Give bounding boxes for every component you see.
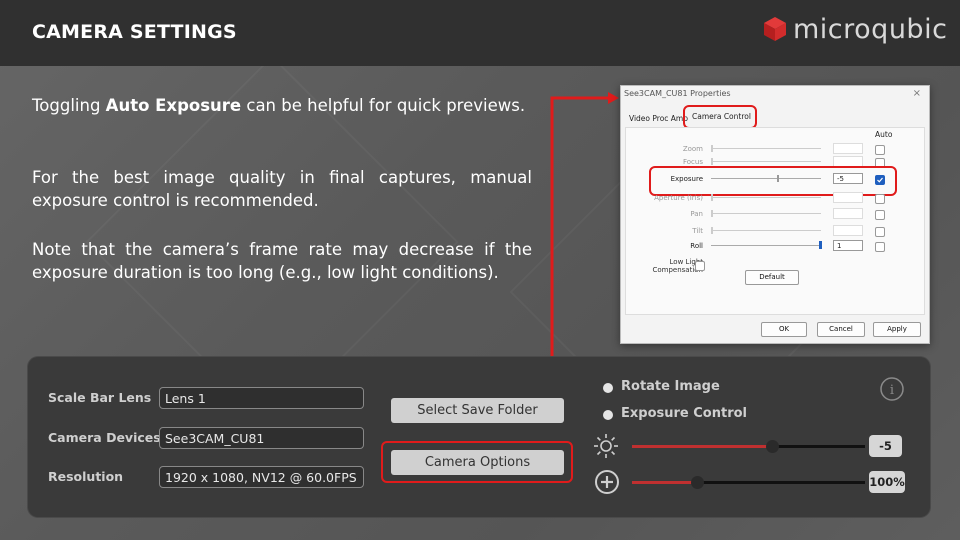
cancel-button[interactable]: Cancel <box>817 322 865 337</box>
dropdown-value: See3CAM_CU81 <box>165 431 265 446</box>
resolution-label: Resolution <box>48 469 124 484</box>
pan-value[interactable] <box>833 208 863 219</box>
dialog-title: See3CAM_CU81 Properties <box>624 89 731 98</box>
zoom-value[interactable] <box>833 143 863 154</box>
focus-slider[interactable] <box>711 161 821 162</box>
focus-label: Focus <box>683 158 703 166</box>
control-panel: Scale Bar Lens Lens 1 Camera Devices See… <box>28 357 930 517</box>
highlight-box <box>683 105 757 129</box>
close-icon[interactable]: × <box>913 88 921 99</box>
exposure-control-label: Exposure Control <box>621 406 747 421</box>
exposure-slider-fill <box>632 445 772 448</box>
zoom-auto-checkbox[interactable] <box>875 145 885 155</box>
camera-control-panel <box>625 127 925 315</box>
tilt-value[interactable] <box>833 225 863 236</box>
low-light-checkbox[interactable] <box>695 261 705 271</box>
default-button[interactable]: Default <box>745 270 799 285</box>
aperture-slider[interactable] <box>711 197 821 198</box>
paragraph-text: can be helpful for quick previews. <box>241 96 526 115</box>
roll-slider-thumb[interactable] <box>819 241 822 249</box>
paragraph-3: Note that the camera’s frame rate may de… <box>32 240 532 282</box>
properties-dialog: See3CAM_CU81 Properties × Video Proc Amp… <box>620 85 930 344</box>
paragraph-1: Toggling Auto Exposure can be helpful fo… <box>32 94 532 117</box>
tilt-auto-checkbox[interactable] <box>875 227 885 237</box>
roll-auto-checkbox[interactable] <box>875 242 885 252</box>
header-bar: CAMERA SETTINGS microqubic <box>0 0 960 66</box>
tilt-slider[interactable] <box>711 230 821 231</box>
camera-devices-label: Camera Devices <box>48 430 161 445</box>
aperture-auto-checkbox[interactable] <box>875 194 885 204</box>
zoom-label: Zoom <box>682 145 703 153</box>
tilt-label: Tilt <box>692 227 703 235</box>
dropdown-value: 1920 x 1080, NV12 @ 60.0FPS <box>165 470 357 485</box>
zoom-value-badge: 100% <box>869 471 905 493</box>
svg-text:i: i <box>890 383 894 398</box>
zoom-slider[interactable] <box>711 148 821 149</box>
exposure-slider-knob[interactable] <box>766 440 779 453</box>
zoom-slider-fill <box>632 481 696 484</box>
apply-button[interactable]: Apply <box>873 322 921 337</box>
scale-bar-lens-dropdown[interactable]: Lens 1 <box>159 387 364 409</box>
camera-devices-dropdown[interactable]: See3CAM_CU81 <box>159 427 364 449</box>
pan-slider[interactable] <box>711 213 821 214</box>
low-light-label: Low Light Compensation <box>652 258 703 274</box>
pan-label: Pan <box>690 210 703 218</box>
roll-value[interactable]: 1 <box>833 240 863 251</box>
logo-text: microqubic <box>793 13 948 45</box>
highlight-box <box>381 441 573 483</box>
exposure-control-radio[interactable] <box>603 410 613 420</box>
exposure-value-badge: -5 <box>869 435 902 457</box>
dropdown-value: Lens 1 <box>165 391 206 406</box>
roll-label: Roll <box>690 242 703 250</box>
aperture-value[interactable] <box>833 192 863 203</box>
auto-header: Auto <box>875 130 893 139</box>
paragraph-text: Toggling <box>32 96 106 115</box>
select-save-folder-button[interactable]: Select Save Folder <box>391 398 564 423</box>
info-icon[interactable]: i <box>879 376 905 402</box>
paragraph-2: For the best image quality in final capt… <box>32 168 532 210</box>
tab-video-proc-amp[interactable]: Video Proc Amp <box>629 114 688 123</box>
pan-auto-checkbox[interactable] <box>875 210 885 220</box>
page-title: CAMERA SETTINGS <box>32 21 237 43</box>
resolution-dropdown[interactable]: 1920 x 1080, NV12 @ 60.0FPS <box>159 466 364 488</box>
aperture-label: Aperture (Iris) <box>654 194 703 202</box>
brand-logo: microqubic <box>763 13 948 45</box>
zoom-in-icon <box>595 470 619 494</box>
rotate-image-label: Rotate Image <box>621 379 720 394</box>
scale-bar-lens-label: Scale Bar Lens <box>48 390 152 405</box>
paragraph-bold-text: Auto Exposure <box>105 96 242 115</box>
ok-button[interactable]: OK <box>761 322 807 337</box>
zoom-slider-knob[interactable] <box>691 476 704 489</box>
roll-slider[interactable] <box>711 245 821 246</box>
brightness-icon <box>594 434 618 458</box>
cube-logo-icon <box>764 17 786 41</box>
rotate-image-radio[interactable] <box>603 383 613 393</box>
